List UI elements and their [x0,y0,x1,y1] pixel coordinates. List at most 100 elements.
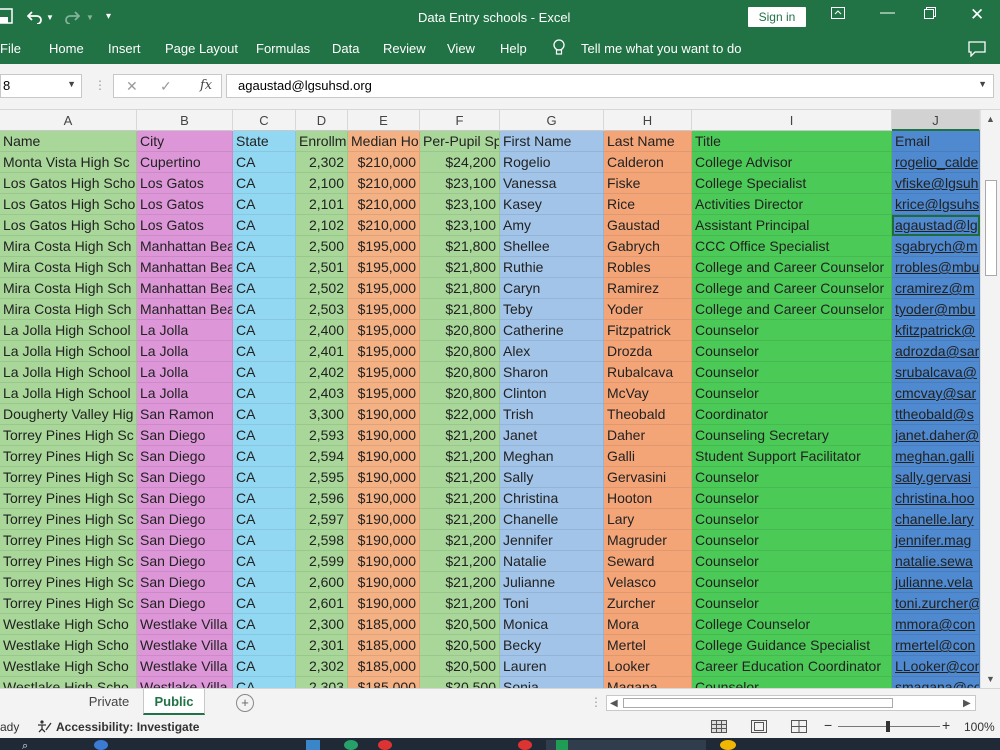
table-cell[interactable]: Amy [500,215,604,236]
table-cell[interactable]: Westlake High Scho [0,656,137,677]
table-cell[interactable]: Monta Vista High Sc [0,152,137,173]
table-cell[interactable]: La Jolla [137,362,233,383]
table-cell[interactable]: $190,000 [348,593,420,614]
table-cell[interactable]: 2,301 [296,635,348,656]
table-cell[interactable]: Meghan [500,446,604,467]
table-cell[interactable]: Student Support Facilitator [692,446,892,467]
table-cell[interactable]: San Diego [137,488,233,509]
table-cell[interactable]: 2,599 [296,551,348,572]
header-cell[interactable]: State [233,131,296,152]
table-cell[interactable]: San Diego [137,572,233,593]
table-cell[interactable]: $20,500 [420,614,500,635]
table-cell[interactable]: CA [233,488,296,509]
table-cell[interactable]: $210,000 [348,152,420,173]
horizontal-scroll-thumb[interactable] [623,698,893,708]
header-cell[interactable]: Last Name [604,131,692,152]
table-cell[interactable]: Torrey Pines High Sc [0,509,137,530]
table-cell[interactable]: $23,100 [420,173,500,194]
header-cell[interactable]: Title [692,131,892,152]
tell-me-search[interactable]: Tell me what you want to do [581,41,741,56]
table-cell[interactable]: Counselor [692,341,892,362]
table-cell[interactable]: CA [233,320,296,341]
table-cell[interactable]: $21,200 [420,446,500,467]
tab-home[interactable]: Home [49,41,84,56]
table-cell[interactable]: Counselor [692,677,892,688]
header-cell[interactable]: Enrollm [296,131,348,152]
table-cell[interactable]: $21,200 [420,572,500,593]
table-cell[interactable]: CA [233,530,296,551]
table-cell[interactable]: Seward [604,551,692,572]
undo-dropdown-icon[interactable]: ▼ [46,13,54,22]
table-cell[interactable]: Westlake Villa [137,635,233,656]
table-cell[interactable]: Velasco [604,572,692,593]
table-cell[interactable]: $20,500 [420,656,500,677]
insert-function-icon[interactable]: fx [200,78,212,93]
table-cell[interactable]: Christina [500,488,604,509]
table-cell[interactable]: La Jolla High School [0,383,137,404]
table-cell[interactable]: San Diego [137,530,233,551]
table-cell[interactable]: La Jolla High School [0,341,137,362]
scroll-down-icon[interactable]: ▼ [986,674,995,684]
table-cell[interactable]: $20,800 [420,341,500,362]
table-cell[interactable]: $210,000 [348,194,420,215]
horizontal-scrollbar[interactable]: ◀ ▶ [606,695,976,711]
table-cell[interactable]: meghan.galli [892,446,980,467]
table-cell[interactable]: McVay [604,383,692,404]
table-cell[interactable]: Counselor [692,488,892,509]
table-cell[interactable]: College Counselor [692,614,892,635]
table-cell[interactable]: CA [233,362,296,383]
table-cell[interactable]: Magruder [604,530,692,551]
table-cell[interactable]: $21,200 [420,488,500,509]
table-cell[interactable]: $21,800 [420,278,500,299]
name-box-dropdown-icon[interactable]: ▼ [67,79,76,89]
table-cell[interactable]: Galli [604,446,692,467]
table-cell[interactable]: CA [233,404,296,425]
page-break-view-icon[interactable] [791,720,807,736]
table-cell[interactable]: Los Gatos High Scho [0,173,137,194]
table-cell[interactable]: Dougherty Valley Hig [0,404,137,425]
table-cell[interactable]: 2,303 [296,677,348,688]
column-header-g[interactable]: G [500,110,604,131]
vertical-scrollbar[interactable]: ▲ ▼ [980,110,1000,688]
table-cell[interactable]: rmertel@con [892,635,980,656]
table-cell[interactable]: $190,000 [348,572,420,593]
table-cell[interactable]: Rubalcava [604,362,692,383]
table-cell[interactable]: Sharon [500,362,604,383]
table-cell[interactable]: Manhattan Bea [137,299,233,320]
table-cell[interactable]: $20,800 [420,320,500,341]
table-cell[interactable]: San Diego [137,551,233,572]
table-cell[interactable]: Los Gatos High Scho [0,215,137,236]
table-cell[interactable]: Manhattan Bea [137,257,233,278]
table-cell[interactable]: $190,000 [348,488,420,509]
table-cell[interactable]: toni.zurcher@ [892,593,980,614]
table-cell[interactable]: Manhattan Bea [137,278,233,299]
table-cell[interactable]: vfiske@lgsuh [892,173,980,194]
page-layout-view-icon[interactable] [751,720,767,736]
column-header-a[interactable]: A [0,110,137,131]
tab-page-layout[interactable]: Page Layout [165,41,238,56]
table-cell[interactable]: $190,000 [348,467,420,488]
cancel-entry-icon[interactable]: ✕ [126,78,138,95]
table-cell[interactable]: Torrey Pines High Sc [0,572,137,593]
table-cell[interactable]: $195,000 [348,236,420,257]
table-cell[interactable]: 2,102 [296,215,348,236]
table-cell[interactable]: CA [233,215,296,236]
table-cell[interactable]: mmora@con [892,614,980,635]
table-cell[interactable]: $20,500 [420,635,500,656]
table-cell[interactable]: CA [233,383,296,404]
expand-formula-bar-icon[interactable]: ▼ [978,79,987,89]
header-cell[interactable]: First Name [500,131,604,152]
worksheet-grid[interactable]: Name City State Enrollm Median Ho Per-Pupil S… [0,131,980,688]
column-header-i[interactable]: I [692,110,892,131]
zoom-slider-thumb[interactable] [886,721,890,732]
table-cell[interactable]: Westlake High Scho [0,614,137,635]
table-cell[interactable]: 2,594 [296,446,348,467]
mail-icon[interactable] [306,740,320,750]
table-cell[interactable]: $23,100 [420,194,500,215]
ribbon-display-options-icon[interactable] [831,6,845,23]
table-cell[interactable]: 3,300 [296,404,348,425]
table-cell[interactable]: San Ramon [137,404,233,425]
chrome-icon[interactable] [344,740,358,750]
table-cell[interactable]: LLooker@con [892,656,980,677]
table-cell[interactable]: Daher [604,425,692,446]
